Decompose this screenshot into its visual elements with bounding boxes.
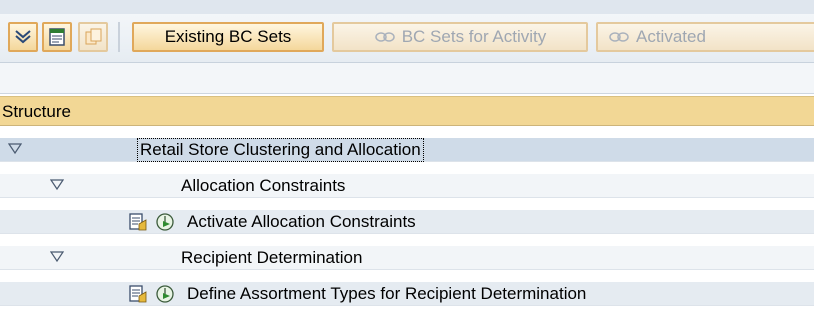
copy-icon xyxy=(85,28,102,45)
collapse-triangle-icon[interactable] xyxy=(50,179,64,191)
execute-clock-icon[interactable] xyxy=(155,284,175,304)
execute-clock-icon[interactable] xyxy=(155,212,175,232)
activated-bc-sets-button[interactable]: Activated xyxy=(596,22,814,52)
documentation-button[interactable] xyxy=(42,22,72,52)
tree-node-label[interactable]: Activate Allocation Constraints xyxy=(187,212,416,232)
double-chevron-down-icon xyxy=(15,30,31,44)
expand-all-button[interactable] xyxy=(8,22,38,52)
tree-node-label[interactable]: Allocation Constraints xyxy=(181,176,345,196)
existing-bc-sets-button[interactable]: Existing BC Sets xyxy=(132,22,324,52)
tree-activity-row[interactable]: Activate Allocation Constraints xyxy=(0,210,814,234)
bc-sets-for-activity-label: BC Sets for Activity xyxy=(401,27,547,46)
tree-node-row[interactable]: Recipient Determination xyxy=(0,246,814,270)
toolbar-spacer xyxy=(0,63,814,94)
copy-button[interactable] xyxy=(78,22,108,52)
documentation-icon[interactable] xyxy=(128,212,148,232)
bc-sets-for-activity-button[interactable]: BC Sets for Activity xyxy=(332,22,588,52)
documentation-icon[interactable] xyxy=(128,284,148,304)
tree-activity-row[interactable]: Define Assortment Types for Recipient De… xyxy=(0,282,814,306)
tree-node-row[interactable]: Retail Store Clustering and Allocation xyxy=(0,138,814,162)
column-header-label: Structure xyxy=(2,102,71,121)
toolbar-separator xyxy=(118,22,120,52)
chain-link-icon xyxy=(609,32,629,42)
activated-label: Activated xyxy=(636,27,706,46)
existing-bc-sets-label: Existing BC Sets xyxy=(164,27,292,46)
tree-node-label[interactable]: Recipient Determination xyxy=(181,248,362,268)
tree-node-row[interactable]: Allocation Constraints xyxy=(0,174,814,198)
collapse-triangle-icon[interactable] xyxy=(50,251,64,263)
column-header-structure[interactable]: Structure xyxy=(0,96,814,126)
document-table-icon xyxy=(49,28,65,46)
application-toolbar: Existing BC Sets BC Sets for Activity Ac… xyxy=(0,14,814,63)
title-strip xyxy=(0,0,814,14)
chain-link-icon xyxy=(374,32,395,42)
tree-node-label[interactable]: Retail Store Clustering and Allocation xyxy=(137,138,424,162)
collapse-triangle-icon[interactable] xyxy=(8,143,22,155)
tree-node-label[interactable]: Define Assortment Types for Recipient De… xyxy=(187,284,586,304)
